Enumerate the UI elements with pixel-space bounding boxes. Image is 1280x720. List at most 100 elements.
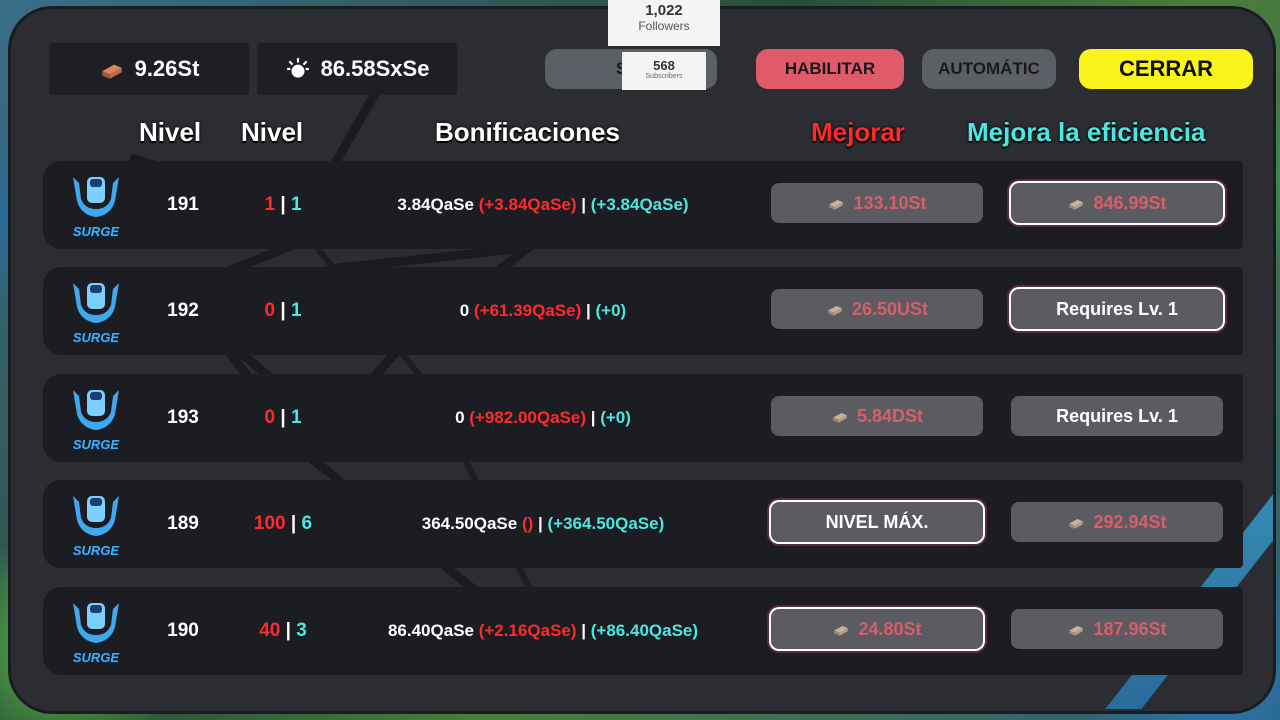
efficiency-cost: 292.94St — [1093, 511, 1167, 532]
surge-label: SURGE — [72, 437, 120, 452]
close-button-label: CERRAR — [1118, 56, 1214, 81]
upgrade-row: SURGE 192 0 | 1 0 (+61.39QaSe) | (+0) 26… — [43, 267, 1243, 355]
surge-fist-icon — [73, 390, 119, 430]
header-level-2: Nivel — [241, 117, 304, 147]
energy-amount: 86.58SxSe — [320, 56, 430, 81]
table-header: Nivel Nivel Bonificaciones Mejorar Mejor… — [11, 117, 1273, 163]
punch-icon — [286, 58, 309, 78]
nivel-efficiency: 6 — [301, 513, 313, 534]
surge-badge: SURGE — [67, 490, 125, 560]
upgrade-row: SURGE 193 0 | 1 0 (+982.00QaSe) | (+0) 5… — [43, 374, 1243, 462]
nivel-separator: | — [280, 194, 286, 215]
subscribers-overlay: 568 Subscribers — [622, 52, 706, 90]
bonus-efficiency: (+3.84QaSe) — [590, 195, 689, 214]
upgrade-button[interactable]: 26.50USt — [771, 289, 983, 329]
nivel-current: 1 — [264, 194, 276, 215]
bonus-upgrade: (+982.00QaSe) — [469, 408, 586, 427]
brick-icon — [1069, 626, 1084, 636]
upgrade-row: SURGE 189 100 | 6 364.50QaSe () | (+364.… — [43, 480, 1243, 568]
surge-label: SURGE — [72, 330, 120, 345]
efficiency-panel: 9.26St 86.58SxSe SIM HABILITAR AUTOMÁTIC… — [8, 6, 1276, 714]
efficiency-button[interactable]: 292.94St — [1011, 502, 1223, 542]
brick-icon — [101, 64, 122, 79]
surge-badge: SURGE — [67, 171, 125, 241]
upgrade-cost: 24.80St — [858, 618, 922, 639]
bonus-efficiency: (+0) — [600, 408, 631, 427]
upgrade-button[interactable]: NIVEL MÁX. — [771, 502, 983, 542]
automatic-button[interactable]: AUTOMÁTIC — [922, 49, 1056, 89]
nivel-current: 100 — [253, 513, 286, 534]
bonus-separator: | — [538, 514, 543, 533]
surge-fist-icon — [73, 177, 119, 217]
row-bonus: 86.40QaSe (+2.16QaSe) | (+86.40QaSe) — [343, 587, 743, 675]
row-bonus: 364.50QaSe () | (+364.50QaSe) — [343, 480, 743, 568]
nivel-efficiency: 1 — [290, 194, 302, 215]
close-button[interactable]: CERRAR — [1079, 49, 1253, 89]
row-level: 193 — [167, 407, 199, 428]
efficiency-button[interactable]: Requires Lv. 1 — [1011, 396, 1223, 436]
surge-fist-icon — [73, 496, 119, 536]
bonus-base: 86.40QaSe — [387, 621, 474, 640]
row-level: 190 — [167, 620, 199, 641]
brick-icon — [834, 626, 849, 636]
bonus-base: 0 — [459, 301, 470, 320]
surge-badge: SURGE — [67, 597, 125, 667]
bonus-separator: | — [581, 195, 587, 214]
upgrade-cost: NIVEL MÁX. — [825, 511, 929, 532]
surge-fist-icon — [73, 603, 119, 643]
header-level: Nivel — [139, 117, 202, 147]
bonus-base: 3.84QaSe — [397, 195, 474, 214]
nivel-current: 40 — [259, 620, 281, 641]
followers-overlay: 1,022 Followers — [608, 0, 720, 46]
efficiency-button[interactable]: 187.96St — [1011, 609, 1223, 649]
upgrade-cost: 26.50USt — [851, 298, 929, 319]
bonus-separator: | — [585, 301, 591, 320]
followers-label: Followers — [638, 19, 690, 33]
surge-badge: SURGE — [67, 384, 125, 454]
brick-currency: 9.26St — [49, 43, 249, 95]
header-upgrade: Mejorar — [811, 117, 905, 147]
bonus-upgrade: (+2.16QaSe) — [478, 621, 577, 640]
row-nivel: 1 | 1 — [233, 161, 333, 249]
brick-icon — [829, 200, 844, 210]
bonus-separator: | — [581, 621, 587, 640]
nivel-current: 0 — [264, 300, 276, 321]
header-efficiency: Mejora la eficiencia — [967, 117, 1206, 147]
upgrade-button[interactable]: 5.84DSt — [771, 396, 983, 436]
row-nivel: 100 | 6 — [233, 480, 333, 568]
automatic-button-label: AUTOMÁTIC — [938, 59, 1040, 78]
bonus-separator: | — [590, 408, 596, 427]
followers-count: 1,022 — [645, 2, 683, 19]
upgrade-cost: 5.84DSt — [856, 405, 924, 426]
brick-icon — [1069, 200, 1084, 210]
upgrade-cost: 133.10St — [853, 192, 927, 213]
nivel-efficiency: 3 — [296, 620, 307, 641]
efficiency-cost: Requires Lv. 1 — [1056, 298, 1178, 319]
efficiency-button[interactable]: Requires Lv. 1 — [1011, 289, 1223, 329]
enable-button[interactable]: HABILITAR — [756, 49, 904, 89]
nivel-efficiency: 1 — [290, 407, 302, 428]
row-nivel: 40 | 3 — [233, 587, 333, 675]
row-nivel: 0 | 1 — [233, 267, 333, 355]
row-level: 189 — [167, 513, 199, 534]
nivel-separator: | — [290, 513, 297, 534]
nivel-current: 0 — [264, 407, 276, 428]
upgrade-button[interactable]: 24.80St — [771, 609, 983, 649]
bonus-efficiency: (+86.40QaSe) — [590, 621, 699, 640]
bonus-base: 0 — [455, 408, 465, 427]
upgrade-row: SURGE 190 40 | 3 86.40QaSe (+2.16QaSe) |… — [43, 587, 1243, 675]
bonus-efficiency: (+0) — [595, 301, 627, 320]
upgrade-button[interactable]: 133.10St — [771, 183, 983, 223]
surge-label: SURGE — [72, 650, 120, 665]
row-bonus: 0 (+61.39QaSe) | (+0) — [343, 267, 743, 355]
brick-amount: 9.26St — [134, 56, 200, 81]
brick-icon — [1069, 519, 1084, 529]
nivel-separator: | — [285, 620, 291, 641]
row-level: 192 — [167, 300, 199, 321]
efficiency-button[interactable]: 846.99St — [1011, 183, 1223, 223]
row-nivel: 0 | 1 — [233, 374, 333, 462]
efficiency-cost: 187.96St — [1093, 618, 1167, 639]
efficiency-cost: Requires Lv. 1 — [1056, 405, 1178, 426]
bonus-upgrade: (+61.39QaSe) — [473, 301, 582, 320]
upgrade-row: SURGE 191 1 | 1 3.84QaSe (+3.84QaSe) | (… — [43, 161, 1243, 249]
